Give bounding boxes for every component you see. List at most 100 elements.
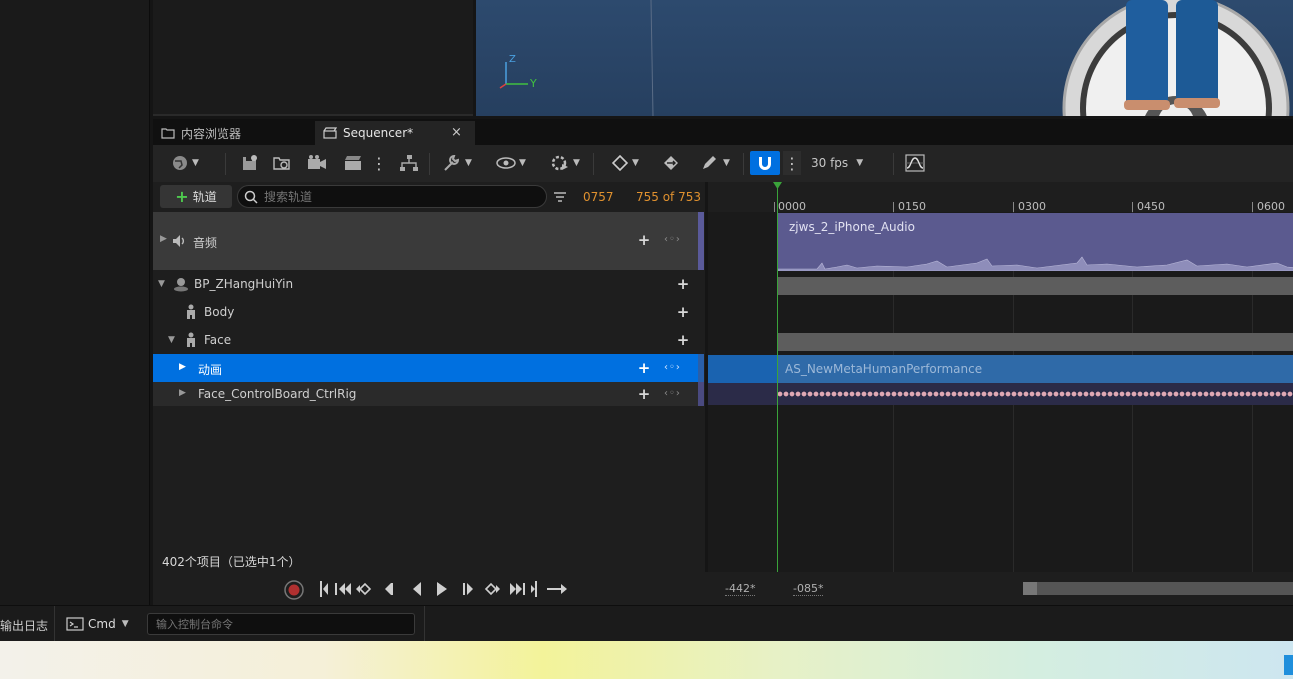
status-separator <box>424 606 425 642</box>
track-row-audio[interactable]: ▶ 音频 + ‹◦› <box>153 212 698 270</box>
vertical-dots-icon: ⋮ <box>371 153 387 173</box>
magnet-icon <box>759 157 771 170</box>
tab-sequencer[interactable]: Sequencer* × <box>315 121 475 145</box>
tracklist-header: + 轨道 0757 755 of 753 <box>153 182 705 212</box>
snap-toggle-button[interactable] <box>750 151 780 175</box>
record-button[interactable] <box>284 580 304 600</box>
clapboard-icon <box>323 127 337 139</box>
edit-mode-button[interactable]: ▼ <box>695 151 735 175</box>
animation-section[interactable]: AS_NewMetaHumanPerformance <box>777 355 1293 383</box>
gear-play-icon <box>551 155 569 171</box>
save-button[interactable] <box>239 151 261 175</box>
audio-section[interactable]: zjws_2_iPhone_Audio <box>777 213 1293 271</box>
curve-editor-button[interactable] <box>903 151 927 175</box>
left-side-panel <box>0 0 150 605</box>
audio-waveform <box>777 256 1293 271</box>
tools-menu-button[interactable]: ▼ <box>437 151 477 175</box>
level-viewport[interactable]: Z Y <box>476 0 1293 116</box>
viewport-scene <box>499 0 1290 116</box>
horizontal-scrollbar[interactable] <box>1023 582 1293 595</box>
add-icon[interactable]: + <box>676 333 690 348</box>
terminal-icon <box>66 617 84 631</box>
pencil-icon <box>703 156 717 169</box>
add-icon[interactable]: + <box>637 387 651 402</box>
key-navigation-icon[interactable]: ‹◦› <box>664 362 681 373</box>
tab-label: 内容浏览器 <box>181 126 242 141</box>
track-color-strip <box>698 212 704 270</box>
chevron-down-icon: ▼ <box>632 158 639 168</box>
frame-count: 755 of 753 <box>636 190 702 204</box>
toolbar-separator <box>743 153 744 175</box>
tab-label: Sequencer* <box>343 126 414 140</box>
tick-mark <box>1132 202 1133 212</box>
scrollbar-thumb[interactable] <box>1023 582 1037 595</box>
range-start-field[interactable]: -442* <box>725 582 756 596</box>
search-input[interactable] <box>264 188 534 205</box>
expand-arrow-icon[interactable]: ▶ <box>160 234 167 244</box>
add-track-button[interactable]: + 轨道 <box>160 185 232 208</box>
expand-arrow-icon[interactable]: ▶ <box>179 362 186 372</box>
range-end-field[interactable]: -085* <box>793 582 824 596</box>
tick-label: 0000 <box>778 200 806 213</box>
track-label: Body <box>204 305 235 319</box>
view-options-button[interactable]: ▼ <box>491 151 531 175</box>
add-icon[interactable]: + <box>637 233 651 248</box>
auto-key-button[interactable] <box>659 151 683 175</box>
render-movie-button[interactable] <box>305 151 329 175</box>
track-row-actor[interactable]: ▼ BP_ZHangHuiYin + <box>153 270 698 298</box>
chevron-down-icon: ▼ <box>192 158 199 168</box>
key-menu-button[interactable]: ▼ <box>605 151 645 175</box>
control-rig-keyframes[interactable] <box>777 389 1293 399</box>
fps-dropdown[interactable]: 30 fps ▼ <box>811 151 881 175</box>
browse-button[interactable] <box>271 151 293 175</box>
time-ruler[interactable]: 0000 0150 0300 0450 0600 <box>708 182 1293 213</box>
playhead[interactable] <box>777 182 778 572</box>
key-navigation-icon[interactable]: ‹◦› <box>664 234 681 245</box>
world-menu-button[interactable]: ▼ <box>165 151 205 175</box>
current-frame[interactable]: 0757 <box>583 190 614 204</box>
skeletal-mesh-icon <box>187 332 195 347</box>
axis-z-label: Z <box>509 54 516 65</box>
folder-icon <box>161 128 175 139</box>
expand-arrow-icon[interactable]: ▶ <box>179 388 186 398</box>
track-label: BP_ZHangHuiYin <box>194 277 294 291</box>
track-row-control-rig[interactable]: ▶ Face_ControlBoard_CtrlRig + ‹◦› <box>153 382 698 406</box>
tick-mark <box>893 202 894 212</box>
panel-tab-bar: 内容浏览器 Sequencer* × <box>153 119 1293 145</box>
track-row-body[interactable]: Body + <box>153 298 698 326</box>
playback-controls[interactable] <box>315 580 580 598</box>
filter-icon[interactable] <box>553 191 567 203</box>
details-panel <box>153 0 473 116</box>
cmd-dropdown[interactable]: Cmd ▼ <box>66 613 140 635</box>
clapper-button[interactable] <box>341 151 365 175</box>
skeletal-mesh-icon <box>187 304 195 319</box>
search-tracks-field[interactable] <box>237 185 547 208</box>
close-icon[interactable]: × <box>451 125 462 140</box>
add-icon[interactable]: + <box>637 361 651 376</box>
add-icon[interactable]: + <box>676 305 690 320</box>
tick-label: 0150 <box>898 200 926 213</box>
track-color-strip <box>698 354 704 382</box>
add-icon[interactable]: + <box>676 277 690 292</box>
toolbar-separator <box>225 153 226 175</box>
playback-options-button[interactable]: ▼ <box>545 151 585 175</box>
timeline-area[interactable]: 0000 0150 0300 0450 0600 zjws_2_iPhone_A… <box>708 182 1293 572</box>
snap-options-button[interactable]: ⋮ <box>783 151 801 175</box>
hierarchy-button[interactable] <box>397 151 421 175</box>
output-log-button[interactable]: 输出日志 <box>0 617 48 634</box>
taskbar-app-icon[interactable] <box>1284 655 1293 675</box>
playhead-marker-icon[interactable] <box>773 182 782 190</box>
console-command-input[interactable] <box>147 613 415 635</box>
collapse-arrow-icon[interactable]: ▼ <box>168 335 175 345</box>
track-row-face[interactable]: ▼ Face + <box>153 326 698 354</box>
tick-mark <box>1252 202 1253 212</box>
key-navigation-icon[interactable]: ‹◦› <box>664 388 681 399</box>
os-taskbar <box>0 641 1293 679</box>
curve-graph-icon <box>905 154 925 172</box>
track-row-animation[interactable]: ▶ 动画 + ‹◦› <box>153 354 698 382</box>
cmd-label: Cmd <box>88 617 116 631</box>
collapse-arrow-icon[interactable]: ▼ <box>158 279 165 289</box>
more-options-button[interactable]: ⋮ <box>371 151 387 175</box>
track-label: Face <box>204 333 232 347</box>
tab-content-browser[interactable]: 内容浏览器 <box>153 121 313 145</box>
